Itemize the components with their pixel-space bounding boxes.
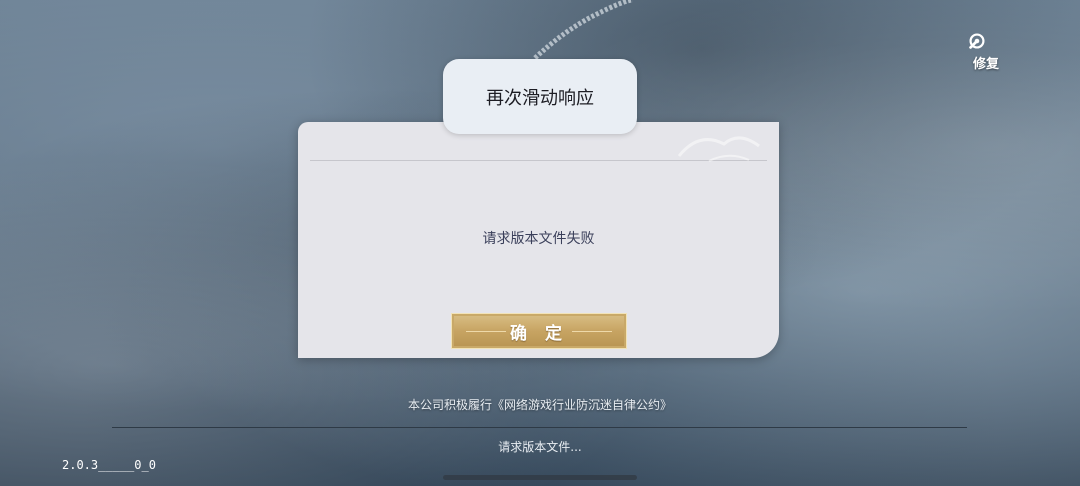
chain-decoration	[533, 0, 634, 60]
dialog-title: 再次滑动响应	[486, 87, 594, 109]
button-ornament-left	[466, 331, 506, 332]
confirm-button-label: 确 定	[510, 323, 568, 344]
loading-status: 请求版本文件...	[498, 440, 582, 454]
anti-addiction-notice: 本公司积极履行《网络游戏行业防沉迷自律公约》	[407, 398, 672, 412]
cloud-ornament-icon	[677, 136, 760, 162]
version-label: 2.0.3_____0_0	[62, 458, 156, 472]
repair-button[interactable]: 修复	[966, 30, 1006, 74]
home-indicator[interactable]	[443, 475, 637, 480]
wrench-gear-icon	[969, 33, 985, 49]
progress-bar	[112, 427, 967, 428]
dialog-message: 请求版本文件失败	[482, 231, 595, 247]
error-dialog: 请求版本文件失败 确 定	[298, 122, 779, 358]
confirm-button[interactable]: 确 定	[451, 313, 627, 349]
button-ornament-right	[572, 331, 612, 332]
dialog-title-tab: 再次滑动响应	[443, 59, 637, 134]
repair-label: 修复	[972, 57, 999, 72]
